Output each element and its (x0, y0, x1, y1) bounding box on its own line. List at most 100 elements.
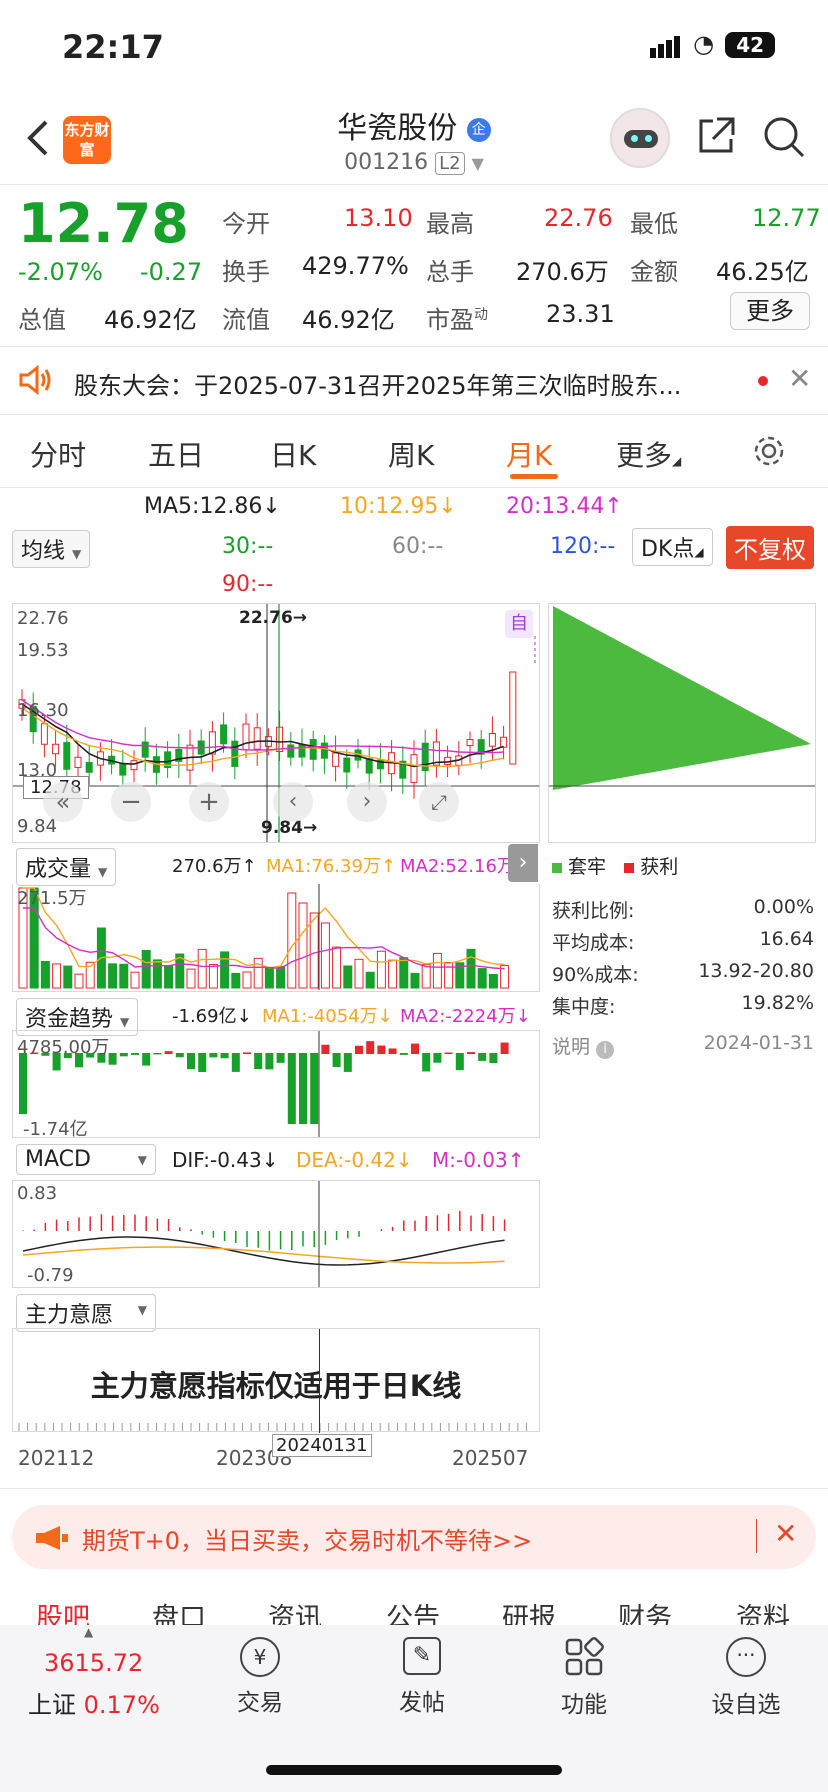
settings-gear-icon[interactable] (752, 434, 786, 468)
volume-value: 270.6万 (516, 258, 609, 286)
low-value: 12.77 (752, 204, 821, 232)
volume-ymax: 271.5万 (17, 888, 87, 909)
chip-row-avg: 平均成本: 16.64 (552, 928, 814, 954)
zlyy-select[interactable]: 主力意愿 ▼ (16, 1294, 156, 1332)
volume-bar (197, 948, 207, 989)
nav-function[interactable]: 功能 (544, 1637, 624, 1719)
ma10-value: 10:12.95↓ (340, 494, 457, 519)
volume-bar (220, 951, 230, 989)
candle-body (231, 740, 239, 767)
index-value[interactable]: 3615.72 (44, 1649, 143, 1677)
fund-bar (142, 1053, 151, 1066)
tab-daily-k[interactable]: 日K (270, 434, 316, 474)
expand-right-icon[interactable]: › (508, 844, 538, 882)
nav-watchlist[interactable]: ··· 设自选 (706, 1637, 786, 1719)
macd-chart (22, 1181, 506, 1287)
zlyy-panel: 主力意愿指标仅适用于日K线 (12, 1328, 540, 1433)
kline-panel[interactable]: 22.76 19.53 16.30 13.0 12.78 9.84 22.76→… (12, 603, 540, 843)
battery-indicator: 42 (725, 32, 776, 58)
fund-bar (343, 1053, 352, 1072)
close-icon[interactable]: ✕ (788, 362, 811, 395)
scroll-left-icon[interactable]: « (43, 782, 83, 822)
fund-bar (254, 1053, 263, 1070)
wifi-icon: ◔ (693, 30, 715, 58)
fund-bar (220, 1053, 229, 1059)
index-name[interactable]: 上证 0.17% (28, 1685, 160, 1720)
fund-bar (299, 1053, 307, 1124)
zoom-in-icon[interactable]: + (189, 782, 229, 822)
assistant-avatar[interactable] (610, 108, 670, 168)
dk-select[interactable]: DK点◢ (632, 528, 713, 566)
volume-bar (421, 964, 431, 989)
fund-bar (131, 1053, 139, 1055)
chip-row-90: 90%成本: 13.92-20.80 (552, 960, 814, 986)
tab-5day[interactable]: 五日 (148, 434, 204, 474)
float-label: 流值 (222, 306, 270, 334)
more-button[interactable]: 更多 (730, 292, 810, 330)
enterprise-badge: 企 (466, 117, 491, 142)
fund-bar (164, 1051, 173, 1054)
fund-bar (411, 1043, 419, 1054)
fund-ymin: -1.74亿 (23, 1119, 88, 1140)
caret-up-icon: ▲ (84, 1625, 94, 1639)
fund-bar (433, 1053, 442, 1063)
fund-bar (388, 1048, 397, 1054)
fund-value: -1.69亿↓ (172, 1006, 252, 1027)
share-icon[interactable] (695, 115, 737, 157)
volume-bar (432, 952, 442, 989)
info-icon[interactable]: i (596, 1041, 615, 1059)
fund-bar (198, 1053, 207, 1072)
ma-select[interactable]: 均线 ▼ (12, 530, 91, 568)
fund-bar (19, 1053, 27, 1114)
nav-post[interactable]: ✎ 发帖 (382, 1637, 462, 1717)
chip-panel (548, 603, 816, 843)
candle-body (85, 762, 93, 773)
search-icon[interactable] (762, 115, 806, 159)
zoom-out-icon[interactable]: − (111, 782, 151, 822)
candle-body (509, 671, 517, 765)
megaphone-icon (36, 1526, 68, 1550)
chip-row-concentration: 集中度: 19.82% (552, 992, 814, 1018)
volume-bar (119, 963, 129, 989)
macd-dif: DIF:-0.43↓ (172, 1148, 279, 1172)
macd-select[interactable]: MACD ▼ (16, 1144, 156, 1175)
notice-bar[interactable]: 股东大会：于2025-07-31召开2025年第三次临时股东... ✕ (0, 346, 828, 414)
futures-banner[interactable]: 期货T+0，当日买卖，交易时机不等待>> ✕ (12, 1505, 816, 1569)
fullscreen-icon[interactable]: ⤢ (419, 782, 459, 822)
volume-select[interactable]: 成交量 ▼ (16, 848, 117, 886)
open-label: 今开 (222, 210, 270, 238)
tab-more[interactable]: 更多◢ (616, 434, 681, 474)
fund-bar (321, 1044, 330, 1054)
tab-monthly-k[interactable]: 月K (506, 434, 552, 474)
y-label-high: 22.76 (17, 608, 69, 629)
chevron-down-icon[interactable]: ▼ (472, 154, 484, 173)
y-label-3: 16.30 (17, 700, 69, 721)
volume-bar (108, 963, 118, 989)
close-icon[interactable]: ✕ (774, 1517, 797, 1550)
tab-intraday[interactable]: 分时 (30, 434, 86, 474)
level-badge: L2 (435, 152, 465, 175)
ma60-value: 60:-- (392, 534, 444, 559)
chip-note[interactable]: 说明 i 2024-01-31 (552, 1032, 814, 1059)
volume-bar (388, 959, 398, 989)
xaxis-right: 202507 (452, 1446, 529, 1470)
open-value: 13.10 (344, 204, 413, 232)
volume-bar (287, 892, 297, 989)
candle-body (365, 758, 373, 774)
next-icon[interactable]: › (347, 782, 387, 822)
fq-button[interactable]: 不复权 (726, 526, 814, 569)
candle-body (410, 754, 418, 783)
nav-trade[interactable]: ¥ 交易 (220, 1637, 300, 1717)
notice-text: 股东大会：于2025-07-31召开2025年第三次临时股东... (74, 372, 682, 400)
tab-weekly-k[interactable]: 周K (388, 434, 434, 474)
grid-icon (565, 1637, 604, 1676)
macd-ymin: -0.79 (27, 1265, 74, 1286)
divider (0, 184, 828, 185)
prev-icon[interactable]: ‹ (273, 782, 313, 822)
more-dots-icon: ··· (726, 1637, 766, 1677)
chip-row-profit: 获利比例: 0.00% (552, 896, 814, 922)
mktcap-label: 总值 (18, 306, 66, 334)
volume-bar (264, 967, 274, 989)
high-label: 最高 (426, 210, 474, 238)
volume-bar (410, 972, 420, 989)
